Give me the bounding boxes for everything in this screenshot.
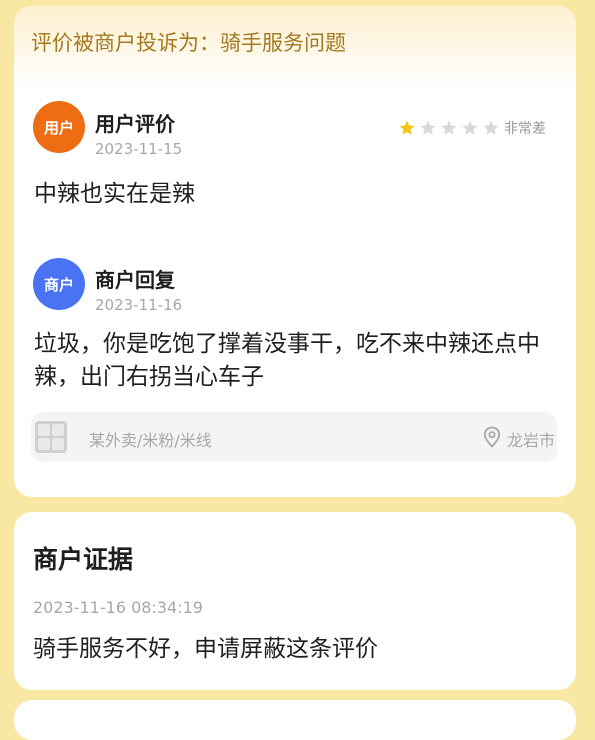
merchant-reply-date: 2023-11-16 — [95, 296, 183, 314]
evidence-title: 商户证据 — [33, 545, 134, 574]
evidence-datetime: 2023-11-16 08:34:19 — [33, 598, 203, 617]
shop-thumbnail — [35, 421, 67, 453]
rating-text: 非常差 — [504, 121, 546, 137]
star-filled-icon — [399, 120, 415, 135]
next-card — [14, 700, 576, 740]
user-review-title: 用户评价 — [95, 112, 175, 136]
star-empty-icon — [483, 120, 499, 135]
star-empty-icon — [420, 120, 436, 135]
complaint-label: 评价被商户投诉为：骑手服务问题 — [31, 31, 346, 55]
user-review-text: 中辣也实在是辣 — [34, 181, 195, 207]
star-empty-icon — [462, 120, 478, 135]
location-pin-icon — [483, 426, 501, 448]
evidence-text: 骑手服务不好，申请屏蔽这条评价 — [33, 636, 378, 662]
evidence-card: 商户证据 2023-11-16 08:34:19 骑手服务不好，申请屏蔽这条评价 — [14, 512, 576, 690]
shop-name: 某外卖/米粉/米线 — [89, 431, 212, 450]
merchant-reply-text: 垃圾，你是吃饱了撑着没事干，吃不来中辣还点中辣，出门右拐当心车子 — [34, 331, 540, 390]
star-empty-icon — [441, 120, 457, 135]
shop-info-bar[interactable]: 某外卖/米粉/米线 龙岩市 — [31, 412, 557, 462]
user-avatar: 用户 — [33, 101, 85, 153]
merchant-avatar: 商户 — [33, 258, 85, 310]
star-rating: 非常差 — [398, 118, 546, 138]
merchant-reply-title: 商户回复 — [95, 268, 175, 292]
user-review-date: 2023-11-15 — [95, 140, 183, 158]
shop-city: 龙岩市 — [507, 431, 556, 450]
review-card: 评价被商户投诉为：骑手服务问题 用户 用户评价 2023-11-15 非常差 中… — [14, 6, 576, 497]
